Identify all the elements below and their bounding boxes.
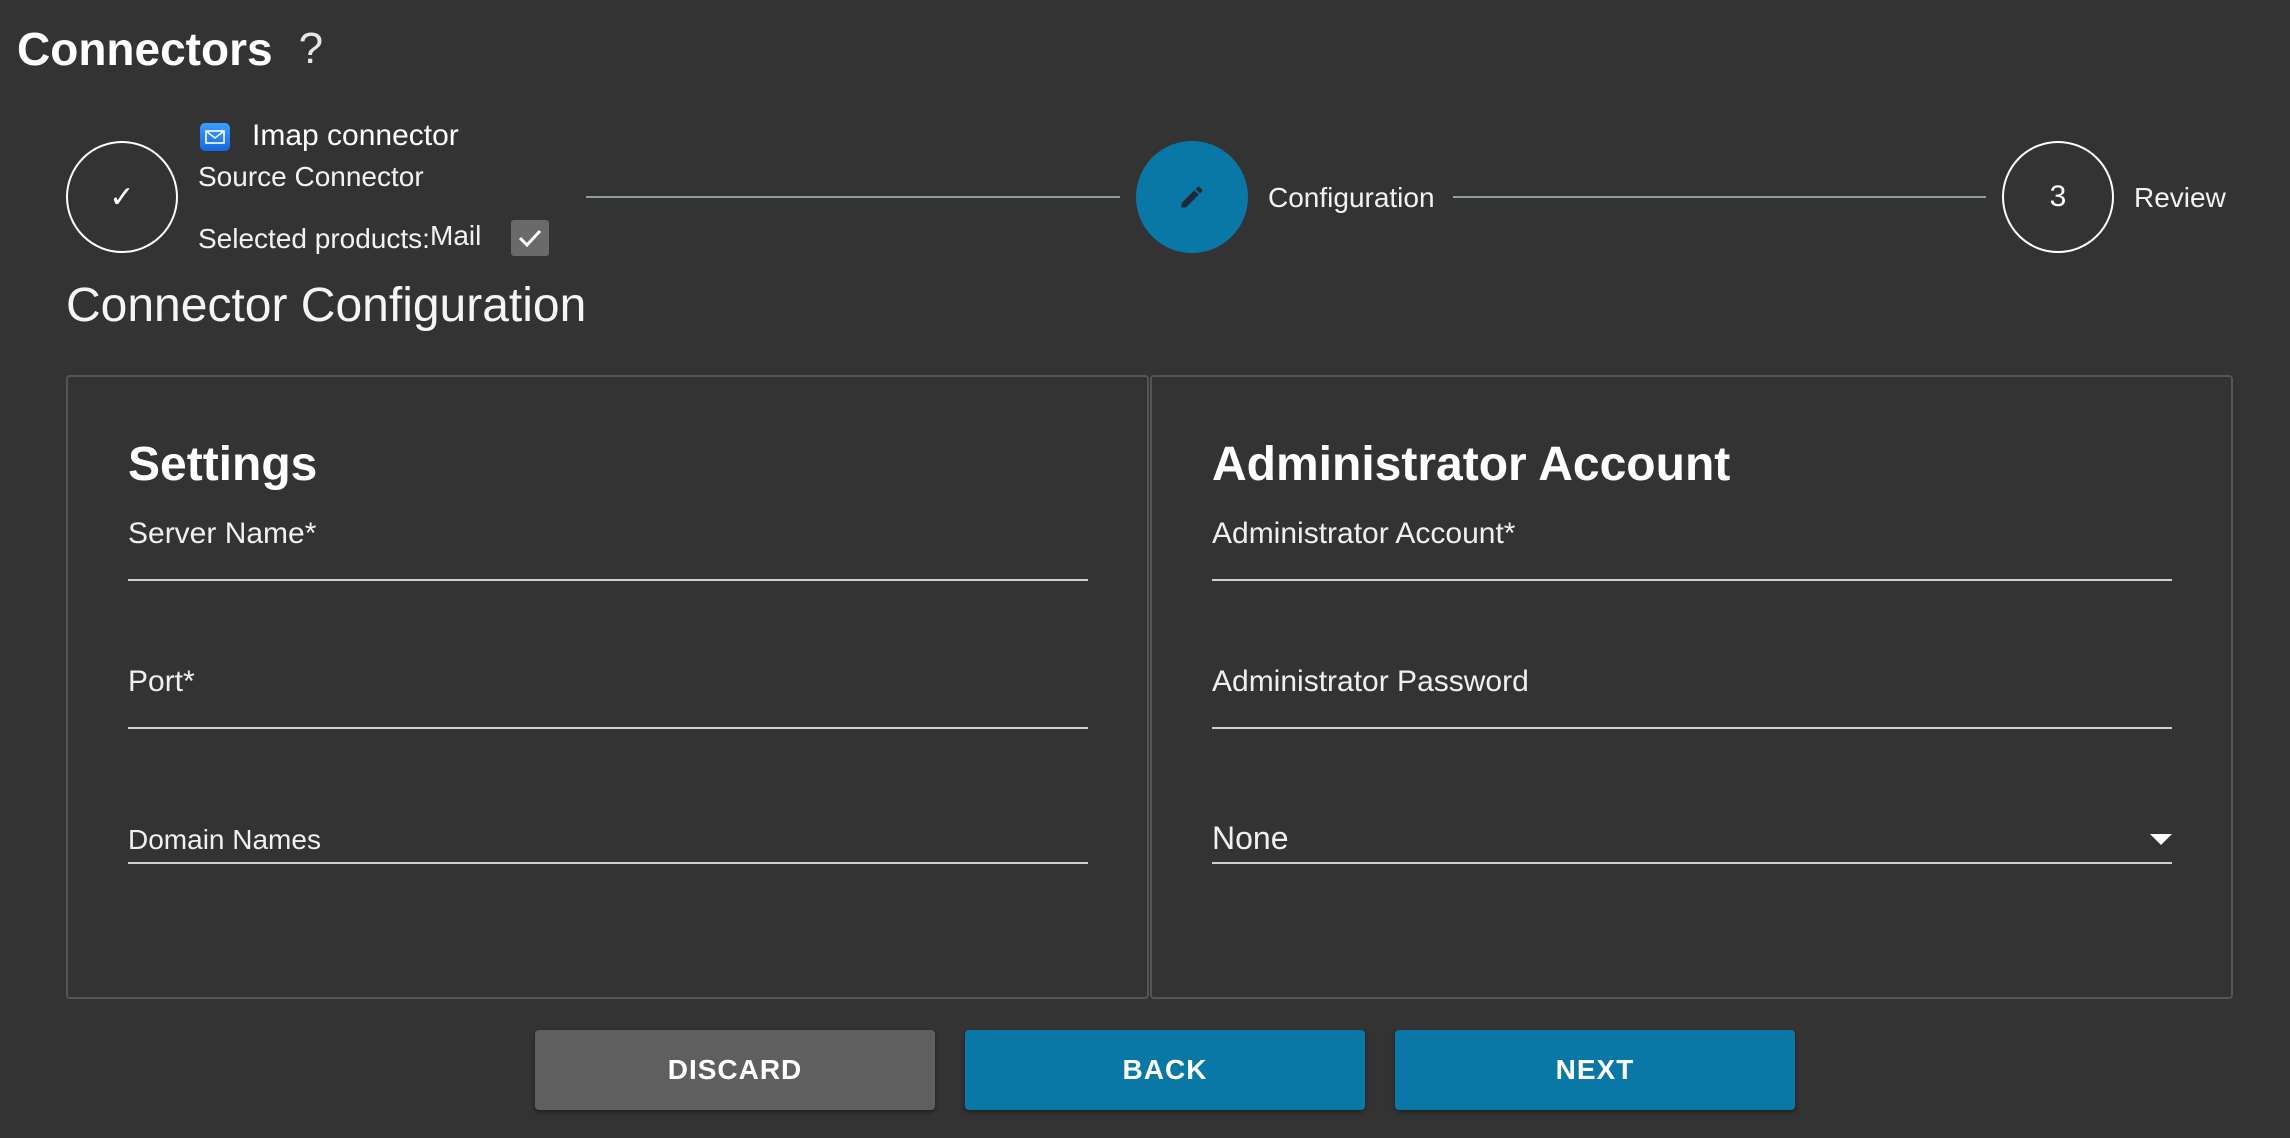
admin-password-label: Administrator Password: [1212, 665, 1529, 698]
checkbox-check-icon: [518, 229, 542, 248]
step-2-circle[interactable]: [1136, 141, 1248, 253]
connector-type: Source Connector: [198, 161, 424, 192]
discard-button[interactable]: DISCARD: [535, 1030, 935, 1110]
settings-title: Settings: [128, 438, 318, 491]
server-name-field[interactable]: Server Name*: [128, 517, 1088, 581]
step-3-label: Review: [2134, 182, 2226, 213]
connector-name: Imap connector: [252, 119, 459, 152]
mail-icon: [200, 123, 230, 151]
settings-card: Settings Server Name* Port* Domain Names: [66, 375, 1149, 999]
product-checkbox[interactable]: [511, 220, 549, 256]
auth-select-value: None: [1212, 820, 1289, 856]
help-icon[interactable]: ?: [299, 24, 323, 74]
chevron-down-icon: [2150, 834, 2172, 845]
admin-password-field[interactable]: Administrator Password: [1212, 665, 2172, 729]
admin-account-field[interactable]: Administrator Account*: [1212, 517, 2172, 581]
port-field[interactable]: Port*: [128, 665, 1088, 729]
step-3-number: 3: [2049, 180, 2067, 213]
page-title: Connectors: [17, 23, 273, 75]
admin-account-label: Administrator Account*: [1212, 517, 1516, 550]
selected-products-value: Mail: [430, 220, 482, 251]
domain-names-field[interactable]: Domain Names: [128, 824, 1088, 864]
step-1-circle[interactable]: ✓: [66, 141, 178, 253]
step-3-circle[interactable]: 3: [2002, 141, 2114, 253]
port-label: Port*: [128, 665, 195, 698]
admin-card: Administrator Account Administrator Acco…: [1150, 375, 2233, 999]
step-2-label: Configuration: [1268, 182, 1435, 213]
next-button[interactable]: NEXT: [1395, 1030, 1795, 1110]
pencil-icon: [1181, 186, 1203, 208]
step-connector-line-1: [586, 196, 1120, 198]
step-connector-line-2: [1453, 196, 1986, 198]
selected-products-label: Selected products:: [198, 223, 430, 254]
page-header: Connectors ?: [17, 22, 323, 76]
back-button[interactable]: BACK: [965, 1030, 1365, 1110]
domain-names-label: Domain Names: [128, 824, 321, 855]
check-icon: ✓: [109, 180, 135, 214]
server-name-label: Server Name*: [128, 517, 317, 550]
section-heading: Connector Configuration: [66, 279, 587, 332]
auth-select[interactable]: None: [1212, 820, 2172, 864]
admin-title: Administrator Account: [1212, 438, 1731, 491]
